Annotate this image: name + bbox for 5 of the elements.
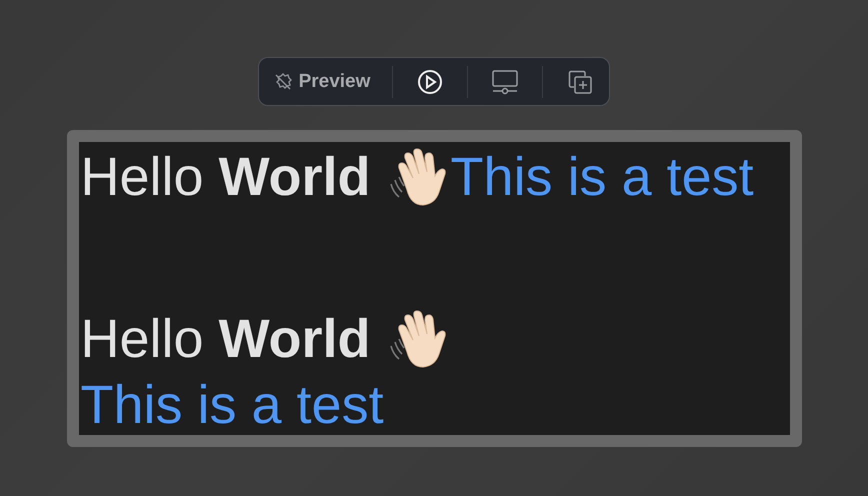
note-text: This is a test <box>450 146 754 209</box>
greeting-text: Hello World <box>80 146 371 209</box>
preview-button[interactable]: Preview <box>272 70 370 92</box>
greeting-text: Hello World <box>80 308 371 371</box>
note-text: This is a test <box>80 374 384 437</box>
